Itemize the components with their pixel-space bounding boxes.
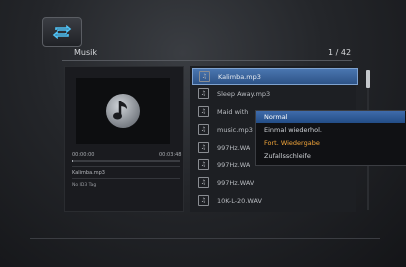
tag-info: No ID3 Tag [72,183,97,188]
scrollbar-thumb[interactable] [366,70,370,88]
menu-item-label: Normal [264,113,288,121]
audio-file-icon: ♫ [198,142,209,153]
menu-item-label: Einmal wiederhol. [264,126,322,134]
file-name: 997Hz.WAV [217,178,255,187]
file-name: music.mp3 [217,125,253,134]
audio-file-icon: ♫ [198,124,209,135]
divider [72,178,180,179]
audio-file-icon: ♫ [199,71,210,82]
audio-file-icon: ♫ [198,159,209,170]
file-list-item[interactable]: ♫ Kalimba.mp3 [192,68,358,85]
audio-file-icon: ♫ [198,106,209,117]
menu-item-repeat-once[interactable]: Einmal wiederhol. [256,124,405,136]
file-name: Maid with [217,107,249,116]
menu-item-normal[interactable]: Normal [256,111,405,123]
file-name: 997Hz.WA [217,160,251,169]
page-count: 1 / 42 [328,48,352,57]
progress-bar [72,160,180,162]
elapsed-time: 00:00:00 [72,152,95,158]
file-name: Sleep Away.mp3 [217,89,271,98]
file-name: Kalimba.mp3 [218,72,261,81]
total-time: 00:03:48 [159,152,182,158]
header-divider [62,60,352,61]
menu-item-label: Zufallsschleife [264,152,311,160]
repeat-mode-button[interactable] [42,17,82,47]
menu-item-continuous-play[interactable]: Fort. Wiedergabe [256,137,405,149]
now-playing-title: Kalimba.mp3 [72,170,105,176]
repeat-icon [52,25,72,39]
file-list-item[interactable]: ♫ 997Hz.WAV [192,175,356,190]
menu-item-shuffle-loop[interactable]: Zufallsschleife [256,150,405,162]
progress-bar-fill [72,160,73,162]
file-name: 10K-L-20.WAV [217,196,262,205]
menu-item-label: Fort. Wiedergabe [264,139,320,147]
divider [72,166,180,167]
file-list-item[interactable]: ♫ 10K-L-20.WAV [192,193,356,208]
section-title: Musik [74,48,97,57]
footer-divider [30,238,380,239]
album-cover [76,78,170,144]
audio-file-icon: ♫ [198,88,209,99]
audio-file-icon: ♫ [198,177,209,188]
file-list-item[interactable]: ♫ Sleep Away.mp3 [192,86,356,101]
music-note-icon [106,94,140,128]
audio-file-icon: ♫ [198,195,209,206]
file-name: 997Hz.WA [217,143,251,152]
